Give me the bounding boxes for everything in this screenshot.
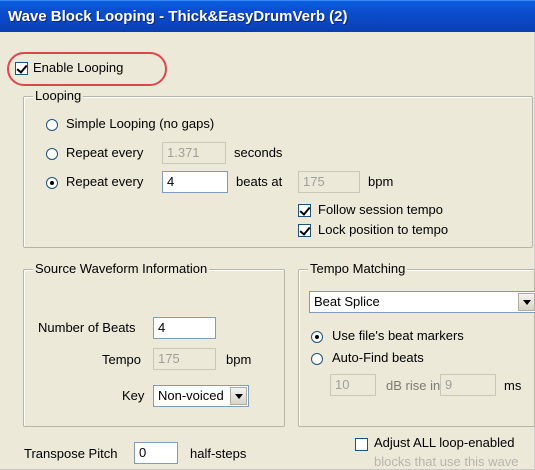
transpose-pitch-field[interactable]: 0 [134, 442, 178, 464]
db-rise-label: dB rise in [386, 378, 441, 393]
source-waveform-group-label: Source Waveform Information [33, 261, 210, 276]
tempo-unit-label: bpm [226, 352, 252, 367]
tempo-method-value: Beat Splice [314, 294, 380, 309]
adjust-all-label: Adjust ALL loop-enabled [374, 435, 515, 450]
ms-unit-label: ms [504, 378, 522, 393]
repeat-beats-radio[interactable] [46, 177, 58, 189]
simple-looping-label: Simple Looping (no gaps) [66, 116, 215, 131]
loop-bpm-field[interactable]: 175 [298, 171, 360, 193]
transpose-pitch-label: Transpose Pitch [24, 446, 118, 461]
tempo-matching-group-label: Tempo Matching [308, 261, 408, 276]
key-select-value: Non-voiced [158, 388, 224, 403]
adjust-all-label-line2: blocks that use this wave [374, 454, 519, 469]
tempo-field[interactable]: 175 [153, 348, 216, 370]
simple-looping-radio[interactable] [46, 119, 58, 131]
adjust-all-checkbox[interactable] [355, 438, 368, 451]
db-rise-field[interactable]: 10 [330, 374, 376, 396]
number-of-beats-label: Number of Beats [38, 320, 136, 335]
enable-looping-label: Enable Looping [33, 60, 124, 75]
seconds-unit-label: seconds [234, 145, 283, 160]
auto-find-beats-label: Auto-Find beats [332, 350, 424, 365]
tempo-label: Tempo [102, 352, 142, 367]
repeat-seconds-field[interactable]: 1.371 [162, 142, 226, 164]
beats-at-label: beats at [236, 174, 283, 189]
auto-find-beats-radio[interactable] [311, 353, 323, 365]
follow-session-tempo-checkbox[interactable] [298, 204, 311, 217]
use-beat-markers-radio[interactable] [311, 331, 323, 343]
wave-block-looping-dialog: Wave Block Looping - Thick&EasyDrumVerb … [0, 0, 535, 470]
number-of-beats-field[interactable]: 4 [153, 317, 216, 339]
half-steps-label: half-steps [190, 446, 247, 461]
title-bar[interactable]: Wave Block Looping - Thick&EasyDrumVerb … [0, 0, 535, 32]
repeat-seconds-radio[interactable] [46, 148, 58, 160]
window-title: Wave Block Looping - Thick&EasyDrumVerb … [8, 8, 348, 25]
repeat-beats-label: Repeat every [66, 174, 144, 189]
use-beat-markers-label: Use file's beat markers [332, 328, 464, 343]
enable-looping-checkbox[interactable] [15, 62, 28, 75]
key-select[interactable]: Non-voiced [153, 385, 249, 407]
lock-position-label: Lock position to tempo [318, 222, 449, 237]
key-label: Key [122, 388, 145, 403]
repeat-seconds-label: Repeat every [66, 145, 144, 160]
ms-field[interactable]: 9 [440, 374, 496, 396]
tempo-method-select[interactable]: Beat Splice [309, 291, 535, 313]
follow-session-tempo-label: Follow session tempo [318, 202, 443, 217]
lock-position-checkbox[interactable] [298, 224, 311, 237]
chevron-down-icon[interactable] [230, 387, 247, 405]
repeat-beats-field[interactable]: 4 [162, 171, 228, 193]
looping-group-label: Looping [33, 88, 84, 103]
chevron-down-icon[interactable] [518, 293, 535, 311]
bpm-unit-label: bpm [368, 174, 394, 189]
